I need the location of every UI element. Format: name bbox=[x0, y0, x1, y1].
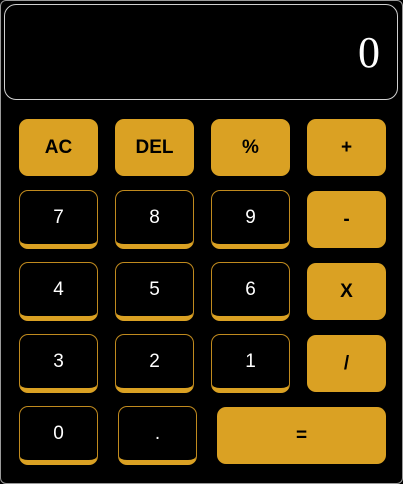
digit-0-button[interactable]: 0 bbox=[19, 406, 98, 465]
digit-4-button[interactable]: 4 bbox=[19, 262, 98, 321]
digit-2-button[interactable]: 2 bbox=[115, 334, 194, 393]
clear-button[interactable]: AC bbox=[19, 119, 98, 176]
decimal-button[interactable]: . bbox=[118, 406, 197, 465]
delete-button[interactable]: DEL bbox=[115, 119, 194, 176]
percent-button[interactable]: % bbox=[211, 119, 290, 176]
display-value: 0 bbox=[358, 28, 380, 77]
divide-button[interactable]: / bbox=[307, 335, 386, 392]
digit-9-button[interactable]: 9 bbox=[211, 190, 290, 249]
digit-8-button[interactable]: 8 bbox=[115, 190, 194, 249]
display-screen: 0 bbox=[4, 4, 398, 100]
digit-6-button[interactable]: 6 bbox=[211, 262, 290, 321]
minus-button[interactable]: - bbox=[307, 191, 386, 248]
multiply-button[interactable]: X bbox=[307, 263, 386, 320]
digit-1-button[interactable]: 1 bbox=[211, 334, 290, 393]
digit-3-button[interactable]: 3 bbox=[19, 334, 98, 393]
plus-button[interactable]: + bbox=[307, 119, 386, 176]
equals-button[interactable]: = bbox=[217, 407, 386, 464]
digit-5-button[interactable]: 5 bbox=[115, 262, 194, 321]
digit-7-button[interactable]: 7 bbox=[19, 190, 98, 249]
calculator: 0 AC DEL % + 7 8 9 - 4 5 6 X 3 2 1 / 0 .… bbox=[0, 0, 403, 484]
